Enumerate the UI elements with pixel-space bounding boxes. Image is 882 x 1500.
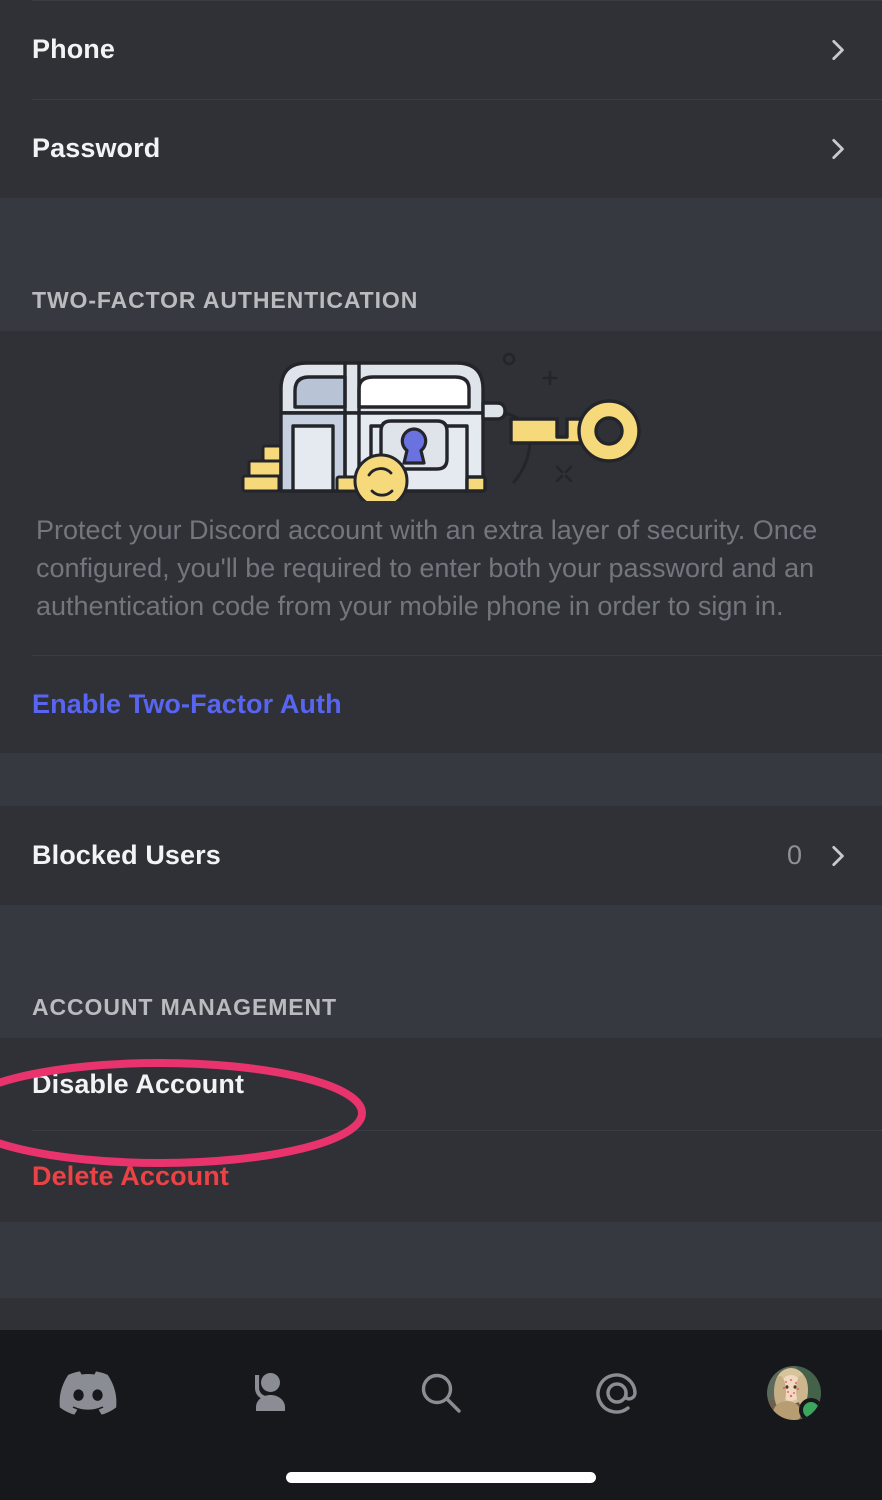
chevron-right-icon bbox=[832, 138, 844, 159]
setting-row-phone-label: Phone bbox=[32, 34, 116, 64]
search-tab[interactable] bbox=[353, 1362, 529, 1424]
setting-row-blocked-users-label: Blocked Users bbox=[32, 840, 221, 870]
bottom-navigation-bar bbox=[0, 1330, 882, 1500]
blocked-users-count: 0 bbox=[786, 840, 802, 870]
delete-account-button[interactable]: Delete Account bbox=[0, 1130, 882, 1222]
section-spacer-after-two-factor bbox=[0, 753, 882, 806]
search-icon bbox=[421, 1373, 461, 1413]
chevron-right-icon bbox=[832, 39, 844, 60]
section-header-account-management-label: ACCOUNT MANAGEMENT bbox=[32, 994, 337, 1020]
home-indicator bbox=[286, 1472, 596, 1483]
discord-logo-icon bbox=[59, 1371, 117, 1415]
enable-two-factor-auth-button[interactable]: Enable Two-Factor Auth bbox=[0, 655, 882, 753]
servers-tab[interactable] bbox=[0, 1362, 176, 1424]
friends-wave-icon bbox=[247, 1373, 285, 1411]
mentions-tab[interactable] bbox=[529, 1362, 705, 1424]
avatar bbox=[766, 1366, 821, 1420]
status-indicator-online bbox=[798, 1398, 821, 1420]
section-header-two-factor-label: TWO-FACTOR AUTHENTICATION bbox=[32, 287, 419, 313]
treasure-chest-key-icon bbox=[241, 352, 641, 501]
section-header-two-factor: TWO-FACTOR AUTHENTICATION bbox=[0, 198, 882, 331]
setting-row-password-label: Password bbox=[32, 133, 161, 163]
setting-row-phone[interactable]: Phone bbox=[0, 0, 882, 99]
at-mention-icon bbox=[596, 1373, 638, 1414]
section-header-account-management: ACCOUNT MANAGEMENT bbox=[0, 905, 882, 1038]
discord-account-settings-screen: Phone Password TWO-FACTOR AUTHENTICATION bbox=[0, 0, 882, 1500]
disable-account-button[interactable]: Disable Account bbox=[0, 1038, 882, 1130]
delete-account-label: Delete Account bbox=[32, 1160, 229, 1191]
profile-tab[interactable] bbox=[706, 1362, 882, 1424]
two-factor-description: Protect your Discord account with an ext… bbox=[36, 515, 818, 621]
section-spacer-bottom bbox=[0, 1222, 882, 1298]
treasure-chest-key-illustration bbox=[0, 331, 882, 511]
two-factor-panel: Protect your Discord account with an ext… bbox=[0, 331, 882, 753]
friends-tab[interactable] bbox=[176, 1362, 352, 1424]
disable-account-label: Disable Account bbox=[32, 1068, 245, 1099]
chevron-right-icon bbox=[832, 845, 844, 866]
setting-row-blocked-users[interactable]: Blocked Users 0 bbox=[0, 806, 882, 905]
setting-row-password[interactable]: Password bbox=[0, 99, 882, 198]
enable-two-factor-auth-label: Enable Two-Factor Auth bbox=[32, 688, 342, 719]
